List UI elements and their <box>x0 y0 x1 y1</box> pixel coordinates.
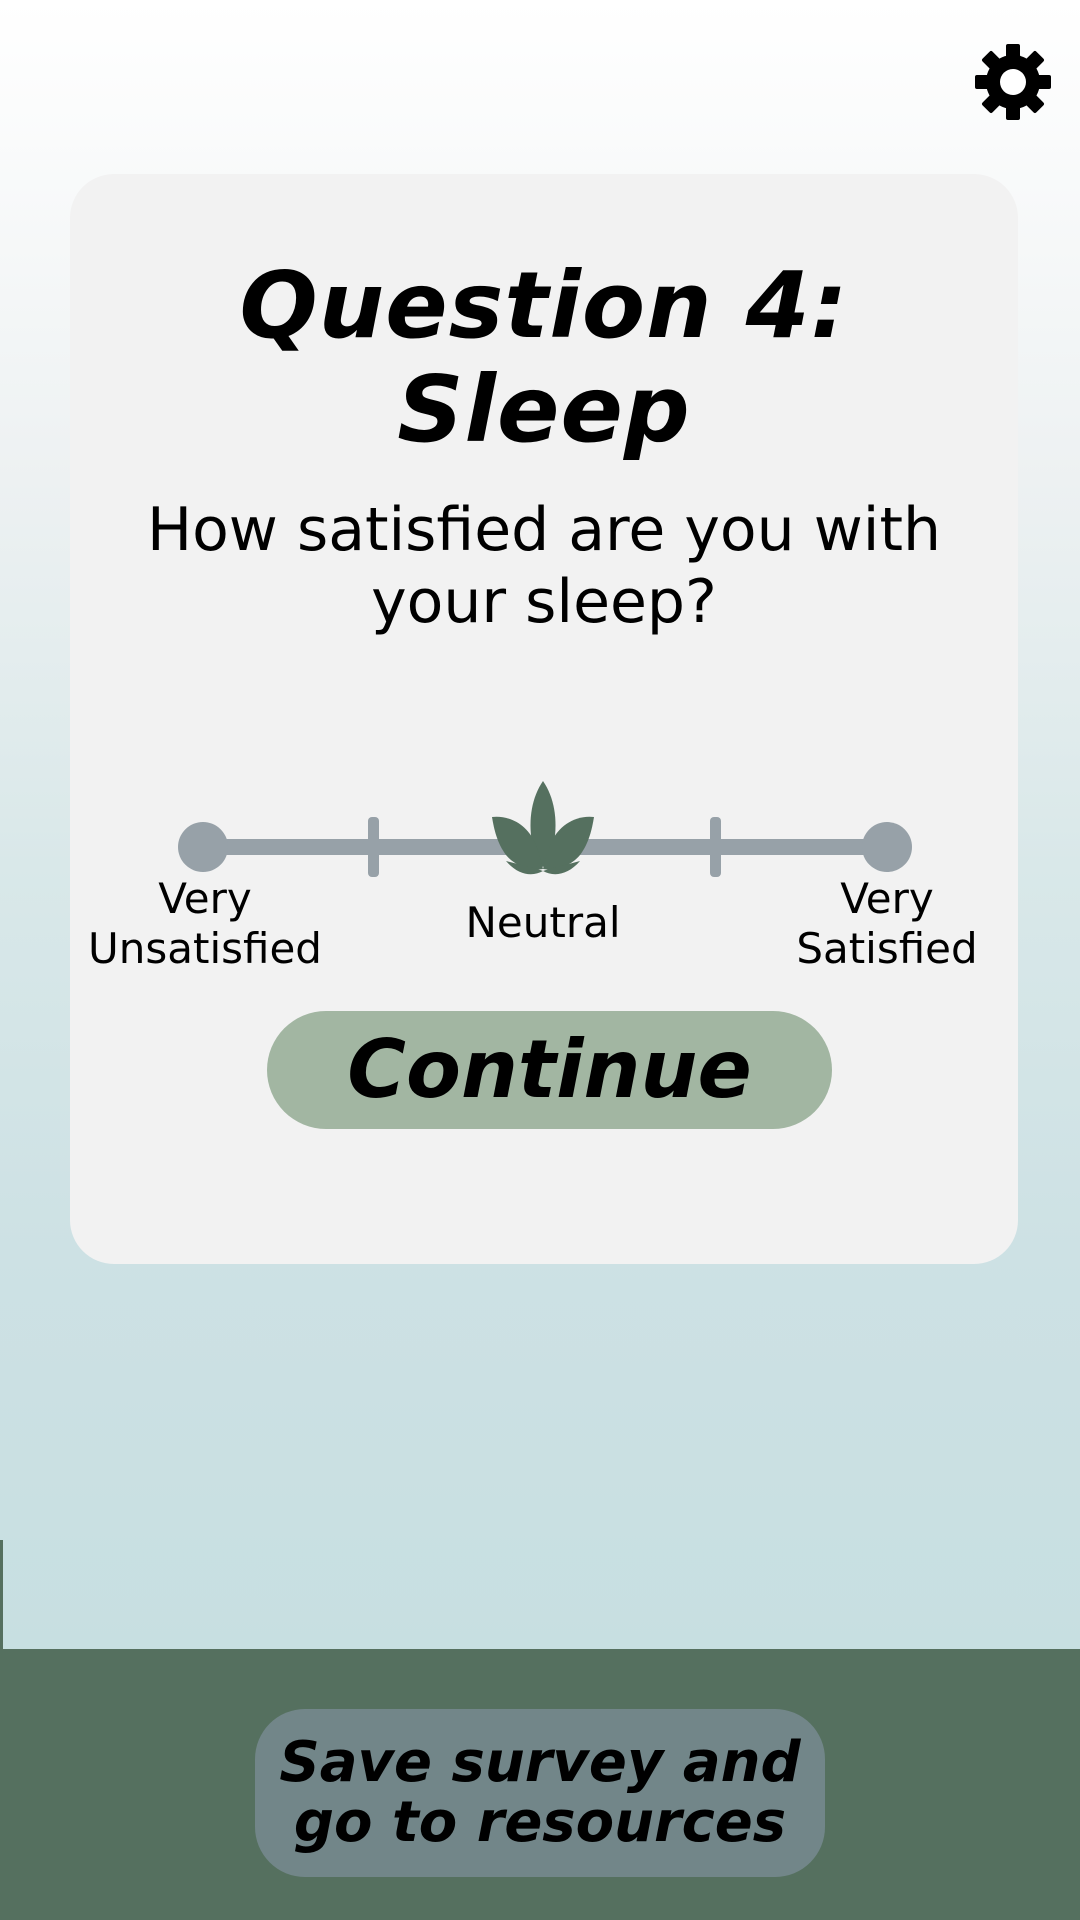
question-number: Question 4: <box>239 252 849 359</box>
label-very-satisfied-line2: Satisfied <box>796 924 978 973</box>
save-button-line1: Save survey and <box>279 1730 801 1795</box>
scale-stop-very-unsatisfied[interactable] <box>178 822 228 872</box>
label-very-unsatisfied: Very Unsatisfied <box>70 874 340 974</box>
label-neutral: Neutral <box>465 898 621 947</box>
scale-stop-satisfied[interactable] <box>710 817 721 877</box>
label-very-satisfied-line1: Very <box>840 874 934 923</box>
question-title: Question 4: Sleep <box>70 254 1018 462</box>
question-card: Question 4: Sleep How satisfied are you … <box>70 174 1018 1264</box>
footer-bar: Save survey and go to resources <box>3 1649 1080 1920</box>
leaf-icon <box>492 781 594 875</box>
question-prompt: How satisfied are you with your sleep? <box>146 495 942 637</box>
settings-gear-icon[interactable] <box>973 42 1053 122</box>
label-very-satisfied: Very Satisfied <box>782 874 992 974</box>
save-and-resources-button[interactable]: Save survey and go to resources <box>255 1709 825 1877</box>
gear-icon <box>975 44 1051 120</box>
satisfaction-scale[interactable]: Very Unsatisfied Neutral Very Satisfied <box>70 754 1018 973</box>
scale-stop-unsatisfied[interactable] <box>368 817 379 877</box>
question-topic: Sleep <box>397 356 691 463</box>
label-very-unsatisfied-line2: Unsatisfied <box>88 924 322 973</box>
label-very-unsatisfied-line1: Very <box>158 874 252 923</box>
continue-button[interactable]: Continue <box>267 1011 832 1129</box>
scale-selector-handle[interactable] <box>492 779 594 879</box>
scale-stop-very-satisfied[interactable] <box>862 822 912 872</box>
save-button-line2: go to resources <box>293 1790 787 1855</box>
